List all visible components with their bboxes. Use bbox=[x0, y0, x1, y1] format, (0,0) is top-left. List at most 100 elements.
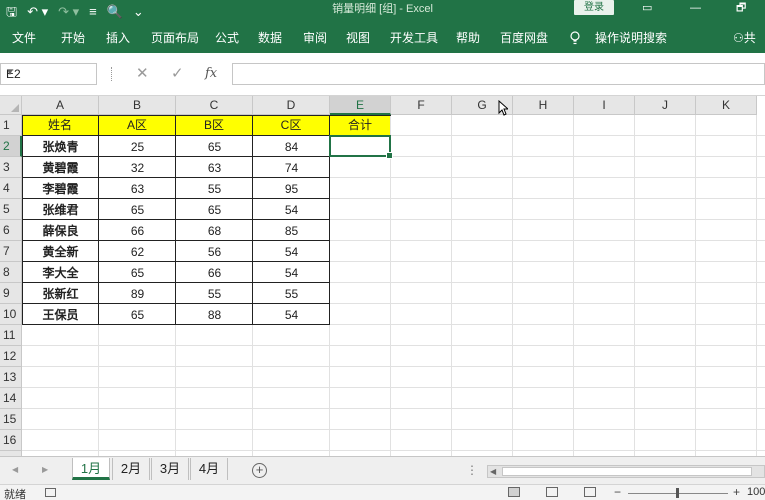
row-header-16[interactable]: 16 bbox=[0, 430, 22, 451]
row-header-15[interactable]: 15 bbox=[0, 409, 22, 430]
tab-formulas[interactable]: 公式 bbox=[215, 24, 239, 53]
select-all-button[interactable] bbox=[0, 96, 22, 115]
cell-d10[interactable]: 54 bbox=[253, 306, 330, 324]
formula-input[interactable] bbox=[232, 63, 765, 85]
row-header-6[interactable]: 6 bbox=[0, 220, 22, 241]
column-header-e[interactable]: E bbox=[330, 96, 391, 115]
cell-a6[interactable]: 薛保良 bbox=[22, 222, 99, 240]
cell-c3[interactable]: 63 bbox=[176, 159, 253, 177]
row-header-1[interactable]: 1 bbox=[0, 115, 22, 136]
scroll-left-icon[interactable]: ◀ bbox=[490, 466, 496, 477]
tell-me-search[interactable]: 操作说明搜索 bbox=[595, 24, 667, 53]
tab-data[interactable]: 数据 bbox=[258, 24, 282, 53]
add-sheet-button[interactable]: + bbox=[252, 463, 267, 478]
column-header-a[interactable]: A bbox=[22, 96, 99, 115]
zoom-level[interactable]: 100 bbox=[747, 486, 765, 498]
row-header-14[interactable]: 14 bbox=[0, 388, 22, 409]
name-box-dropdown-icon[interactable]: ▼ bbox=[6, 68, 92, 77]
cancel-icon[interactable]: ✕ bbox=[136, 63, 149, 85]
cell-b2[interactable]: 25 bbox=[99, 138, 176, 156]
sheet-tab-1[interactable]: 1月 bbox=[72, 458, 110, 480]
cell-b3[interactable]: 32 bbox=[99, 159, 176, 177]
cell-a2[interactable]: 张焕青 bbox=[22, 138, 99, 156]
row-header-9[interactable]: 9 bbox=[0, 283, 22, 304]
cell-c10[interactable]: 88 bbox=[176, 306, 253, 324]
cell-d6[interactable]: 85 bbox=[253, 222, 330, 240]
cell-d4[interactable]: 95 bbox=[253, 180, 330, 198]
cell-d5[interactable]: 54 bbox=[253, 201, 330, 219]
page-break-view-icon[interactable] bbox=[584, 487, 596, 497]
cell-b5[interactable]: 65 bbox=[99, 201, 176, 219]
restore-icon[interactable]: 🗗 bbox=[736, 0, 746, 16]
row-header-4[interactable]: 4 bbox=[0, 178, 22, 199]
name-box[interactable]: E2 ▼ bbox=[0, 63, 97, 85]
cell-d9[interactable]: 55 bbox=[253, 285, 330, 303]
cell-b6[interactable]: 66 bbox=[99, 222, 176, 240]
row-header-11[interactable]: 11 bbox=[0, 325, 22, 346]
cell-d7[interactable]: 54 bbox=[253, 243, 330, 261]
cell-c5[interactable]: 65 bbox=[176, 201, 253, 219]
cell-a10[interactable]: 王保员 bbox=[22, 306, 99, 324]
row-header-3[interactable]: 3 bbox=[0, 157, 22, 178]
active-cell-selection[interactable] bbox=[329, 135, 393, 159]
column-header-i[interactable]: I bbox=[574, 96, 635, 115]
macro-record-icon[interactable] bbox=[45, 488, 56, 497]
tab-baidu-netdisk[interactable]: 百度网盘 bbox=[500, 24, 548, 53]
insert-function-icon[interactable]: fx bbox=[205, 63, 217, 85]
cell-b7[interactable]: 62 bbox=[99, 243, 176, 261]
tab-file[interactable]: 文件 bbox=[12, 24, 36, 53]
cell-c2[interactable]: 65 bbox=[176, 138, 253, 156]
cell-c7[interactable]: 56 bbox=[176, 243, 253, 261]
column-header-k[interactable]: K bbox=[696, 96, 757, 115]
tab-view[interactable]: 视图 bbox=[346, 24, 370, 53]
row-header-8[interactable]: 8 bbox=[0, 262, 22, 283]
cell-a7[interactable]: 黄全新 bbox=[22, 243, 99, 261]
column-header-f[interactable]: F bbox=[391, 96, 452, 115]
header-cell-a1[interactable]: 姓名 bbox=[22, 115, 99, 136]
cell-a9[interactable]: 张新红 bbox=[22, 285, 99, 303]
zoom-in-icon[interactable]: + bbox=[733, 485, 740, 499]
scrollbar-thumb[interactable] bbox=[502, 467, 752, 476]
page-layout-view-icon[interactable] bbox=[546, 487, 558, 497]
zoom-slider-thumb[interactable] bbox=[676, 488, 679, 498]
row-header-12[interactable]: 12 bbox=[0, 346, 22, 367]
tab-home[interactable]: 开始 bbox=[61, 24, 85, 53]
sheet-tab-4[interactable]: 4月 bbox=[190, 458, 228, 480]
header-cell-e1[interactable]: 合计 bbox=[330, 115, 391, 136]
sheet-tab-2[interactable]: 2月 bbox=[112, 458, 150, 480]
row-header-5[interactable]: 5 bbox=[0, 199, 22, 220]
enter-icon[interactable]: ✓ bbox=[171, 63, 184, 85]
tab-splitter[interactable]: ⋮ bbox=[466, 463, 478, 477]
cell-a4[interactable]: 李碧霞 bbox=[22, 180, 99, 198]
cell-a8[interactable]: 李大全 bbox=[22, 264, 99, 282]
header-cell-c1[interactable]: B区 bbox=[176, 115, 253, 136]
row-header-13[interactable]: 13 bbox=[0, 367, 22, 388]
tab-review[interactable]: 审阅 bbox=[303, 24, 327, 53]
horizontal-scrollbar[interactable]: ◀ bbox=[487, 465, 765, 478]
cell-c6[interactable]: 68 bbox=[176, 222, 253, 240]
cell-c4[interactable]: 55 bbox=[176, 180, 253, 198]
share-button[interactable]: ⚇共 bbox=[733, 24, 756, 53]
sheet-tab-3[interactable]: 3月 bbox=[151, 458, 189, 480]
tab-help[interactable]: 帮助 bbox=[456, 24, 480, 53]
cell-d3[interactable]: 74 bbox=[253, 159, 330, 177]
cell-a5[interactable]: 张维君 bbox=[22, 201, 99, 219]
minimize-icon[interactable]: — bbox=[690, 0, 701, 16]
zoom-out-icon[interactable]: − bbox=[614, 485, 621, 499]
cell-d8[interactable]: 54 bbox=[253, 264, 330, 282]
row-header-10[interactable]: 10 bbox=[0, 304, 22, 325]
cell-c8[interactable]: 66 bbox=[176, 264, 253, 282]
cell-b4[interactable]: 63 bbox=[99, 180, 176, 198]
column-header-h[interactable]: H bbox=[513, 96, 574, 115]
next-sheet-icon[interactable]: ▶ bbox=[42, 465, 48, 474]
tab-page-layout[interactable]: 页面布局 bbox=[151, 24, 199, 53]
header-cell-b1[interactable]: A区 bbox=[99, 115, 176, 136]
login-button[interactable]: 登录 bbox=[574, 0, 614, 15]
cell-b8[interactable]: 65 bbox=[99, 264, 176, 282]
column-header-b[interactable]: B bbox=[99, 96, 176, 115]
row-header-2[interactable]: 2 bbox=[0, 136, 22, 157]
row-header-7[interactable]: 7 bbox=[0, 241, 22, 262]
tab-developer[interactable]: 开发工具 bbox=[390, 24, 438, 53]
tab-insert[interactable]: 插入 bbox=[106, 24, 130, 53]
cell-b9[interactable]: 89 bbox=[99, 285, 176, 303]
